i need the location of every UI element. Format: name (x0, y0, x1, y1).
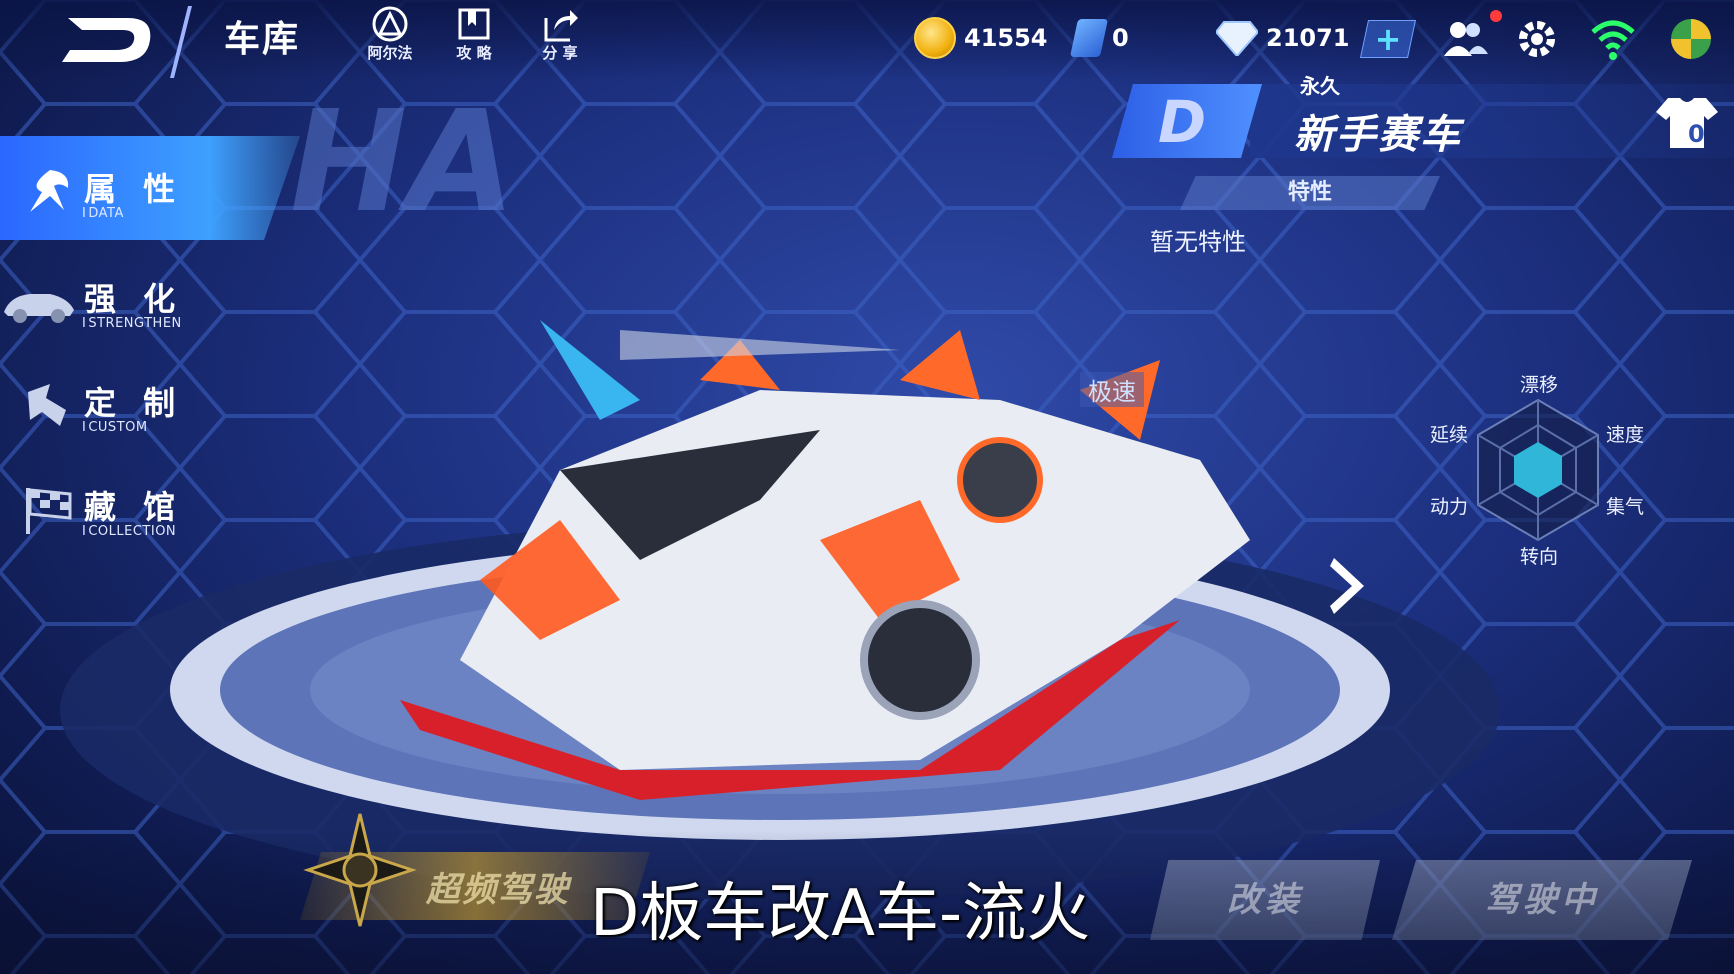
performance-radar: 漂移 速度 集气 转向 动力 延续 (1418, 370, 1658, 580)
plus-icon: + (1374, 20, 1402, 58)
runner-icon (30, 170, 69, 212)
wifi-icon (1591, 20, 1635, 60)
coin-icon (914, 17, 956, 59)
stone-counter: 0 (1069, 18, 1129, 58)
shirt-icon (1656, 98, 1718, 148)
guide-button[interactable]: 攻 略 (442, 6, 506, 70)
checkered-flag-icon (26, 488, 72, 534)
radar-label-power: 动力 (1430, 496, 1469, 518)
outfit-count: 0 (1688, 120, 1705, 148)
share-button[interactable]: 分 享 (528, 6, 592, 70)
menu-item-strengthen[interactable]: 强 化 STRENGTHEN (0, 266, 260, 346)
alpha-icon (372, 6, 408, 42)
coin-counter: 41554 (914, 17, 1048, 59)
trait-value: 暂无特性 (1150, 228, 1246, 256)
share-icon (544, 10, 578, 42)
menu-item-collection[interactable]: 藏 馆 COLLECTION (0, 474, 260, 554)
radar-label-duration: 延续 (1430, 424, 1469, 446)
guide-label: 攻 略 (456, 44, 492, 62)
car-speed-tag: 极速 (1080, 372, 1144, 407)
menu-label-cn: 强 化 (84, 280, 184, 318)
menu-label-en: CUSTOM (82, 420, 148, 435)
modify-button[interactable]: 改装 (1150, 860, 1380, 940)
radar-label-drift: 漂移 (1520, 374, 1559, 396)
car-icon (4, 294, 74, 323)
header-divider (170, 6, 192, 78)
outfit-button[interactable]: 0 (1654, 94, 1720, 152)
menu-label-cn: 属 性 (84, 170, 184, 208)
guide-book-icon (458, 8, 490, 40)
avatar[interactable] (1666, 14, 1716, 64)
overclock-drive-label: 超频驾驶 (426, 870, 570, 910)
driving-button[interactable]: 驾驶中 (1392, 860, 1692, 940)
diamond-icon (1216, 21, 1258, 56)
radar-label-speed: 速度 (1606, 424, 1645, 446)
radar-label-steer: 转向 (1520, 546, 1559, 568)
menu-item-custom[interactable]: 定 制 CUSTOM (0, 370, 260, 450)
menu-label-en: COLLECTION (82, 524, 176, 539)
alpha-button[interactable]: 阿尔法 (358, 6, 422, 70)
menu-label-cn: 定 制 (84, 384, 184, 422)
gear-icon[interactable] (1512, 14, 1562, 64)
stone-value: 0 (1112, 24, 1129, 52)
notification-dot (1490, 10, 1502, 22)
diamond-value: 21071 (1266, 24, 1350, 52)
recharge-button[interactable]: + (1359, 20, 1417, 58)
trait-header: 特性 (1180, 176, 1440, 210)
alpha-label: 阿尔法 (367, 44, 413, 62)
coin-value: 41554 (964, 24, 1048, 52)
menu-label-cn: 藏 馆 (84, 488, 184, 526)
wrench-icon (28, 384, 66, 426)
menu-item-data[interactable]: 属 性 DATA (0, 156, 260, 236)
car-name: 新手赛车 (1294, 112, 1462, 158)
friends-icon[interactable] (1440, 14, 1490, 64)
ownership-duration: 永久 (1300, 74, 1340, 98)
overclock-emblem-icon (303, 813, 417, 927)
video-caption: D板车改A车-流火 (590, 877, 1091, 951)
rank-badge: D (1112, 84, 1262, 158)
menu-label-en: DATA (82, 206, 124, 221)
rank-letter: D (1158, 88, 1207, 156)
share-label: 分 享 (542, 44, 578, 62)
radar-label-charge: 集气 (1606, 496, 1645, 518)
menu-label-en: STRENGTHEN (82, 316, 182, 331)
stone-icon (1069, 19, 1109, 57)
page-title: 车库 (224, 19, 301, 60)
next-car-arrow-icon[interactable] (1328, 554, 1368, 618)
diamond-counter: 21071 (1216, 18, 1350, 58)
game-logo-icon[interactable] (58, 8, 158, 68)
